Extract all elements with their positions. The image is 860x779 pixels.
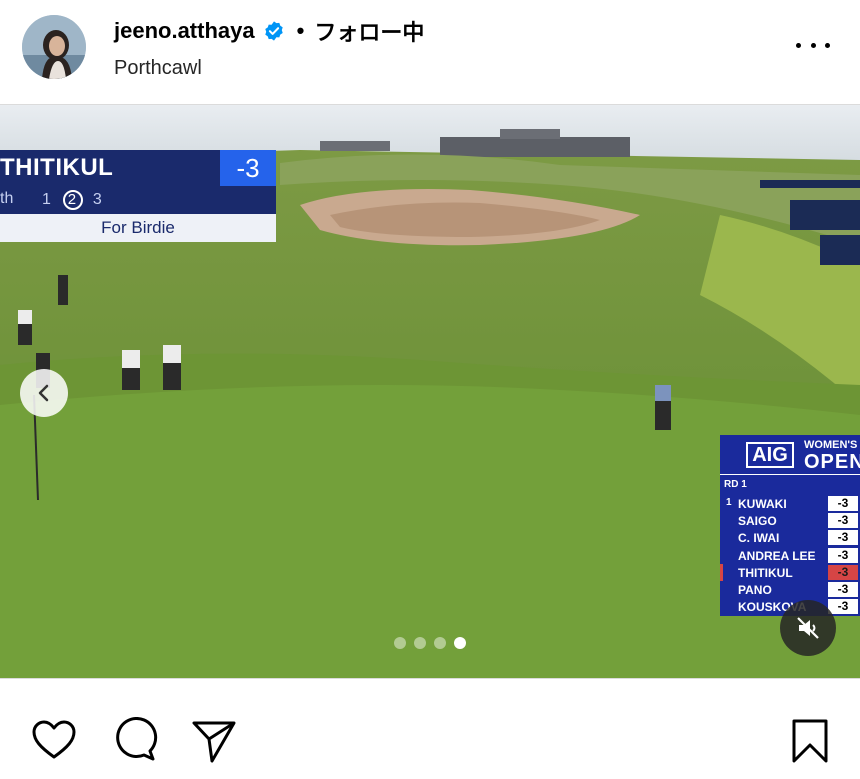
score-bug-caption: For Birdie [0,214,276,242]
score-bug-shot-row: th 1 2 3 [0,186,276,214]
verified-badge-icon [264,21,283,41]
speaker-muted-icon[interactable] [780,600,836,656]
leaderboard-player: THITIKUL [738,565,793,580]
post-header: jeeno.atthaya • フォロー中 Porthcawl [0,0,860,104]
leaderboard-score: -3 [828,599,858,615]
more-options-icon[interactable] [796,30,830,60]
leaderboard-player: KUWAKI [738,497,787,511]
chevron-left-icon[interactable] [20,369,68,417]
carousel-dot[interactable] [454,637,466,649]
leaderboard-score: -3 [828,581,858,597]
leaderboard-row: SAIGO -3 [720,512,860,529]
leaderboard-rows: 1 KUWAKI -3 SAIGO -3 C. IWAI -3 ANDREA LEE -3 THI… [720,495,860,615]
follow-status-button[interactable]: フォロー中 [314,15,424,47]
round-label: RD 1 [724,479,747,490]
leaderboard-row: C. IWAI -3 [720,529,860,546]
heart-icon[interactable] [30,717,78,765]
leaderboard-score: -3 [828,513,858,529]
bookmark-icon[interactable] [786,717,834,765]
shot-before: 1 [42,191,54,208]
shot-after: 3 [92,191,105,208]
score-bug-shots: 1 2 3 [42,190,105,210]
carousel-dot[interactable] [394,637,406,649]
leaderboard-player: C. IWAI [738,531,780,546]
leaderboard-row: THITIKUL -3 [720,563,860,581]
leaderboard-score: -3 [828,496,858,511]
leaderboard: AIG WOMEN'S OPEN RD 1 1 KUWAKI -3 SAIGO -3 C.… [720,435,860,616]
username-row: jeeno.atthaya • フォロー中 [114,16,424,46]
leaderboard-score: -3 [828,530,858,546]
leaderboard-row: ANDREA LEE -3 [720,547,860,564]
leaderboard-header: AIG WOMEN'S OPEN [720,435,860,475]
event-title-top: WOMEN'S [804,439,858,451]
carousel-dot[interactable] [434,637,446,649]
leaderboard-player: ANDREA LEE [738,548,816,563]
post-actions [0,679,860,779]
score-bug-header: THITIKUL -3 [0,150,276,186]
avatar[interactable] [22,15,86,79]
leaderboard-score: -3 [828,547,858,563]
leaderboard-row: 1 KUWAKI -3 [720,495,860,512]
score-bug-score: -3 [220,150,276,186]
carousel-indicator [394,637,466,649]
score-bug-hole: th [0,190,14,207]
leaderboard-score: -3 [828,564,858,580]
aig-logo: AIG [746,442,794,468]
score-bug-player: THITIKUL [0,154,114,181]
carousel-dot[interactable] [414,637,426,649]
comment-bubble-icon[interactable] [110,717,158,765]
post-media-video[interactable]: THITIKUL -3 th 1 2 3 For Birdie AIG WOME… [0,105,860,678]
shot-current: 2 [63,190,84,210]
leaderboard-player: SAIGO [738,514,777,529]
location-link[interactable]: Porthcawl [114,57,202,80]
paper-plane-icon[interactable] [190,717,238,765]
leaderboard-player: PANO [738,582,772,597]
separator-dot: • [296,18,305,43]
leaderboard-pos: 1 [726,497,732,508]
score-bug: THITIKUL -3 th 1 2 3 For Birdie [0,150,276,242]
event-title-bottom: OPEN [804,451,860,473]
username[interactable]: jeeno.atthaya [114,18,255,44]
leaderboard-row: PANO -3 [720,581,860,598]
